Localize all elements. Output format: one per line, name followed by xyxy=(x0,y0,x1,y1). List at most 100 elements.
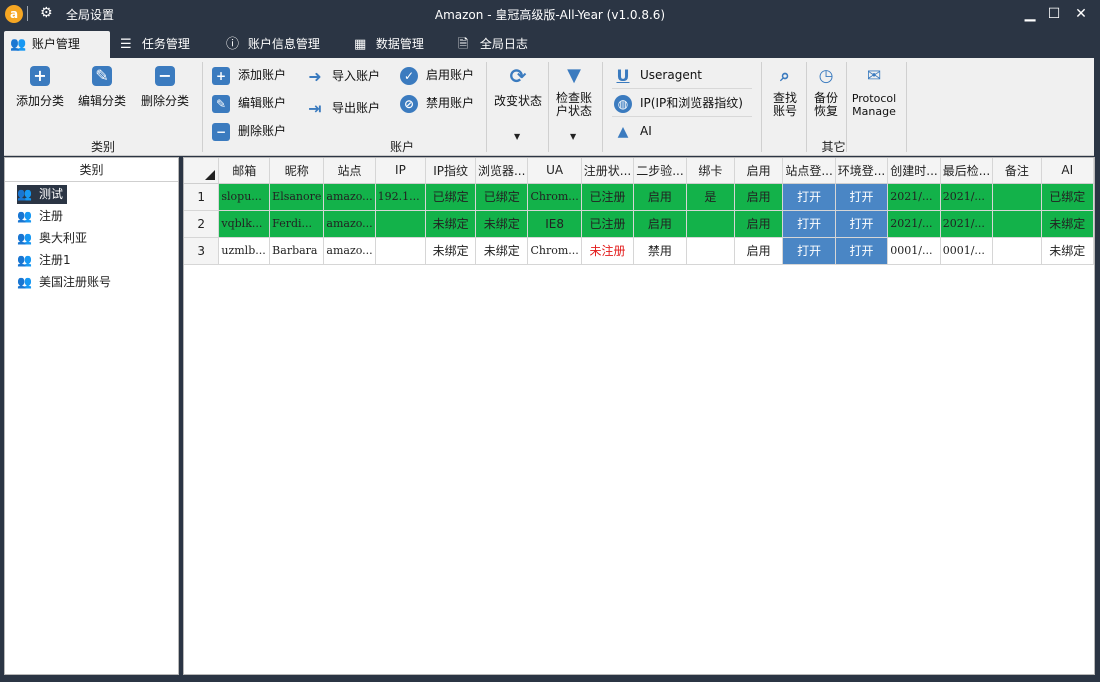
import-account-button[interactable]: ➜ 导入账户 xyxy=(306,66,380,86)
tab-data-management[interactable]: ▦ 数据管理 xyxy=(348,31,432,58)
enable-account-button[interactable]: ✓ 启用账户 xyxy=(400,65,474,85)
email-cell[interactable]: slopu... xyxy=(218,183,271,211)
browser-cell[interactable]: 已绑定 xyxy=(475,183,529,211)
column-header[interactable]: 环境登... xyxy=(835,158,889,184)
browser-cell[interactable]: 未绑定 xyxy=(475,210,529,238)
category-item[interactable]: 👥 奥大利亚 xyxy=(17,229,91,248)
ai-cell[interactable]: 已绑定 xyxy=(1041,183,1094,211)
export-account-button[interactable]: ⇥ 导出账户 xyxy=(306,98,380,118)
tab-global-log[interactable]: 🗎 全局日志 xyxy=(452,31,536,58)
delete-category-button[interactable]: − 删除分类 xyxy=(137,66,193,109)
change-status-button[interactable]: ⟳ 改变状态 xyxy=(490,66,546,109)
env-login-open-button[interactable]: 打开 xyxy=(835,237,889,265)
register-status-cell[interactable]: 已注册 xyxy=(581,183,635,211)
site-cell[interactable]: amazo... xyxy=(323,183,376,211)
disable-account-button[interactable]: ⊘ 禁用账户 xyxy=(400,93,474,113)
register-status-cell[interactable]: 未注册 xyxy=(581,237,635,265)
column-header[interactable]: IP xyxy=(375,158,427,184)
last-check-cell[interactable]: 2021/... xyxy=(940,210,994,238)
column-header[interactable]: AI xyxy=(1041,158,1094,184)
note-cell[interactable] xyxy=(992,210,1042,238)
ip-fingerprint-button[interactable]: ◍ IP(IP和浏览器指纹) xyxy=(614,93,743,113)
bind-card-cell[interactable] xyxy=(686,210,736,238)
note-cell[interactable] xyxy=(992,237,1042,265)
browser-cell[interactable]: 未绑定 xyxy=(475,237,529,265)
category-item[interactable]: 👥 注册1 xyxy=(17,251,75,270)
enabled-cell[interactable]: 启用 xyxy=(734,210,784,238)
two-step-cell[interactable]: 启用 xyxy=(633,210,687,238)
ai-cell[interactable]: 未绑定 xyxy=(1041,237,1094,265)
table-row[interactable]: 2 vqblk... Ferdi... amazo... 未绑定 未绑定 IE8… xyxy=(184,210,1094,238)
enabled-cell[interactable]: 启用 xyxy=(734,237,784,265)
ip-cell[interactable] xyxy=(375,210,427,238)
table-row[interactable]: 3 uzmlb... Barbara amazo... 未绑定 未绑定 Chro… xyxy=(184,237,1094,265)
column-header[interactable]: 启用 xyxy=(734,158,784,184)
email-cell[interactable]: vqblk... xyxy=(218,210,271,238)
site-login-open-button[interactable]: 打开 xyxy=(782,237,836,265)
column-header[interactable]: 昵称 xyxy=(269,158,325,184)
created-time-cell[interactable]: 0001/... xyxy=(887,237,941,265)
ua-cell[interactable]: IE8 xyxy=(527,210,582,238)
column-header[interactable]: 浏览器... xyxy=(475,158,529,184)
column-header[interactable]: 最后检... xyxy=(940,158,994,184)
select-all-corner[interactable] xyxy=(184,158,220,184)
check-account-status-button[interactable]: ▼ 检查账 户状态 xyxy=(552,66,596,118)
useragent-button[interactable]: U Useragent xyxy=(614,65,703,85)
ua-cell[interactable]: Chrom... xyxy=(527,237,582,265)
site-login-open-button[interactable]: 打开 xyxy=(782,210,836,238)
ua-cell[interactable]: Chrom... xyxy=(527,183,582,211)
env-login-open-button[interactable]: 打开 xyxy=(835,210,889,238)
site-cell[interactable]: amazo... xyxy=(323,210,376,238)
site-cell[interactable]: amazo... xyxy=(323,237,376,265)
created-time-cell[interactable]: 2021/... xyxy=(887,210,941,238)
find-account-button[interactable]: ⌕ 查找 账号 xyxy=(767,66,803,118)
maximize-button[interactable]: ☐ xyxy=(1044,4,1064,24)
created-time-cell[interactable]: 2021/... xyxy=(887,183,941,211)
add-account-button[interactable]: + 添加账户 xyxy=(212,65,286,85)
ai-button[interactable]: ▲ AI xyxy=(614,121,652,141)
ip-cell[interactable] xyxy=(375,237,427,265)
minimize-button[interactable]: ▁ xyxy=(1020,4,1040,24)
edit-account-button[interactable]: ✎ 编辑账户 xyxy=(212,93,286,113)
tab-account-info-management[interactable]: ⓘ 账户信息管理 xyxy=(220,31,328,58)
ai-cell[interactable]: 未绑定 xyxy=(1041,210,1094,238)
protocol-manage-button[interactable]: ✉ Protocol Manage xyxy=(848,66,900,118)
note-cell[interactable] xyxy=(992,183,1042,211)
column-header[interactable]: 备注 xyxy=(992,158,1042,184)
tab-task-management[interactable]: ☰ 任务管理 xyxy=(114,31,198,58)
backup-restore-button[interactable]: ◷ 备份 恢复 xyxy=(808,66,844,118)
nickname-cell[interactable]: Barbara xyxy=(269,237,325,265)
close-button[interactable]: ✕ xyxy=(1071,4,1091,24)
column-header[interactable]: 二步验... xyxy=(633,158,687,184)
bind-card-cell[interactable] xyxy=(686,237,736,265)
category-item[interactable]: 👥 注册 xyxy=(17,207,67,226)
nickname-cell[interactable]: Ferdi... xyxy=(269,210,325,238)
column-header[interactable]: 创建时... xyxy=(887,158,941,184)
column-header[interactable]: 站点登... xyxy=(782,158,836,184)
column-header[interactable]: 注册状... xyxy=(581,158,635,184)
env-login-open-button[interactable]: 打开 xyxy=(835,183,889,211)
column-header[interactable]: 邮箱 xyxy=(218,158,271,184)
ip-fingerprint-cell[interactable]: 未绑定 xyxy=(425,210,476,238)
tab-account-management[interactable]: 👥 账户管理 xyxy=(4,31,110,58)
ip-fingerprint-cell[interactable]: 未绑定 xyxy=(425,237,476,265)
table-row[interactable]: 1 slopu... Elsanore amazo... 192.1... 已绑… xyxy=(184,183,1094,211)
nickname-cell[interactable]: Elsanore xyxy=(269,183,325,211)
category-item[interactable]: 👥 测试 xyxy=(17,185,68,204)
edit-category-button[interactable]: ✎ 编辑分类 xyxy=(74,66,130,109)
email-cell[interactable]: uzmlb... xyxy=(218,237,271,265)
column-header[interactable]: UA xyxy=(527,158,582,184)
two-step-cell[interactable]: 禁用 xyxy=(633,237,687,265)
add-category-button[interactable]: + 添加分类 xyxy=(12,66,68,109)
column-header[interactable]: 绑卡 xyxy=(686,158,736,184)
category-item[interactable]: 👥 美国注册账号 xyxy=(17,273,115,292)
register-status-cell[interactable]: 已注册 xyxy=(581,210,635,238)
last-check-cell[interactable]: 2021/... xyxy=(940,183,994,211)
ip-fingerprint-cell[interactable]: 已绑定 xyxy=(425,183,476,211)
column-header[interactable]: IP指纹 xyxy=(425,158,476,184)
two-step-cell[interactable]: 启用 xyxy=(633,183,687,211)
site-login-open-button[interactable]: 打开 xyxy=(782,183,836,211)
ip-cell[interactable]: 192.1... xyxy=(375,183,427,211)
last-check-cell[interactable]: 0001/... xyxy=(940,237,994,265)
enabled-cell[interactable]: 启用 xyxy=(734,183,784,211)
